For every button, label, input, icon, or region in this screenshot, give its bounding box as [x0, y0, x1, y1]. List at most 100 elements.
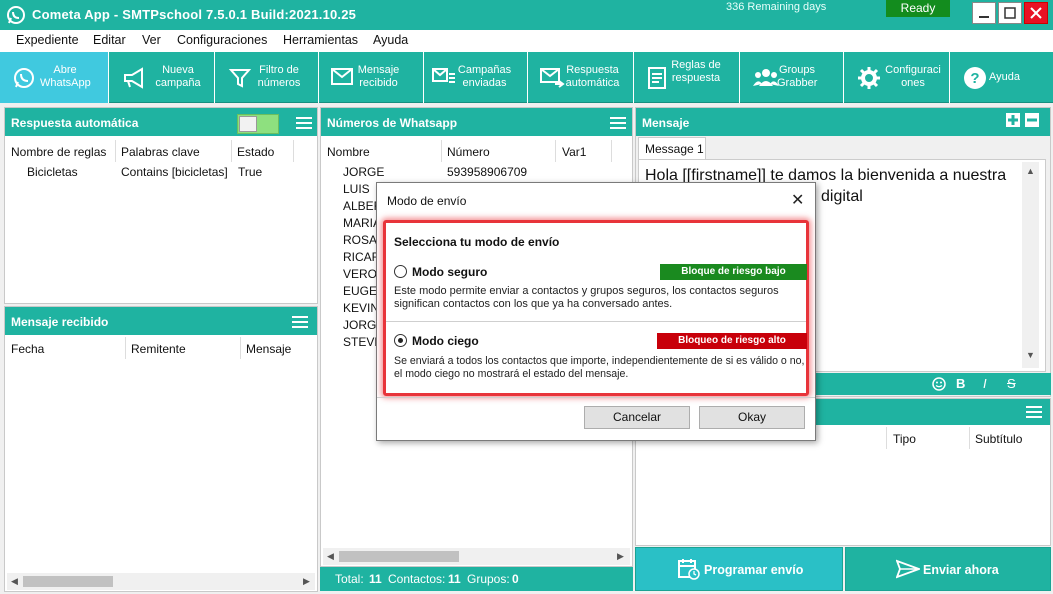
message-vscrollbar[interactable]: ▲ ▼ — [1022, 162, 1039, 368]
col-sender[interactable]: Remitente — [131, 342, 186, 356]
radio-blind-mode[interactable] — [394, 334, 407, 347]
contacts-label: Contactos: — [388, 572, 446, 586]
number-filter-button[interactable]: Filtro de números — [216, 52, 319, 103]
minus-icon — [1027, 118, 1037, 122]
menu-expediente[interactable]: Expediente — [16, 33, 79, 47]
bold-button[interactable]: B — [956, 376, 965, 391]
toolbar-label: Groups Grabber — [777, 64, 817, 90]
italic-button[interactable]: I — [983, 376, 987, 391]
radio-safe-mode[interactable] — [394, 265, 407, 278]
list-item[interactable]: LUIS — [343, 182, 370, 196]
received-panel: Mensaje recibido Fecha Remitente Mensaje… — [4, 306, 318, 592]
menu-editar[interactable]: Editar — [93, 33, 126, 47]
rule-keywords-cell[interactable]: Contains [bicicletas] — [121, 165, 228, 179]
list-item[interactable]: KEVIN — [343, 301, 379, 315]
col-name[interactable]: Nombre — [327, 145, 370, 159]
settings-button[interactable]: Configuraci ones — [845, 52, 950, 103]
new-campaign-button[interactable]: Nueva campaña — [110, 52, 215, 103]
list-item[interactable]: JORGE — [343, 165, 384, 179]
col-keywords[interactable]: Palabras clave — [121, 145, 200, 159]
col-message[interactable]: Mensaje — [246, 342, 291, 356]
send-now-button[interactable]: Enviar ahora — [845, 547, 1051, 591]
maximize-icon — [1004, 7, 1016, 19]
col-date[interactable]: Fecha — [11, 342, 44, 356]
reply-rules-button[interactable]: Reglas de respuesta — [635, 52, 740, 103]
list-item[interactable]: ROSA — [343, 233, 377, 247]
sent-campaigns-button[interactable]: Campañas enviadas — [425, 52, 528, 103]
col-var1[interactable]: Var1 — [562, 145, 586, 159]
col-number[interactable]: Número — [447, 145, 490, 159]
groups-label: Grupos: — [467, 572, 510, 586]
plus-icon — [1008, 115, 1018, 125]
help-button[interactable]: ? Ayuda — [951, 52, 1053, 103]
auto-reply-menu-icon[interactable] — [296, 117, 312, 129]
strike-button[interactable]: S — [1007, 376, 1016, 391]
groups-grabber-button[interactable]: Groups Grabber — [741, 52, 844, 103]
send-now-label: Enviar ahora — [923, 563, 999, 577]
column-separator — [125, 337, 126, 359]
toolbar-label-line2: Grabber — [777, 77, 818, 89]
list-item-number[interactable]: 593958906709 — [447, 165, 527, 179]
column-separator — [555, 140, 556, 162]
received-menu-icon[interactable] — [292, 316, 308, 328]
received-hscrollbar[interactable]: ◀ ▶ — [7, 573, 315, 590]
safe-mode-label[interactable]: Modo seguro — [412, 265, 487, 279]
menu-ayuda[interactable]: Ayuda — [373, 33, 408, 47]
scroll-up-icon[interactable]: ▲ — [1026, 166, 1035, 176]
col-status[interactable]: Estado — [237, 145, 274, 159]
add-message-button[interactable] — [1006, 113, 1020, 127]
numbers-hscrollbar[interactable]: ◀ ▶ — [323, 548, 630, 565]
scroll-down-icon[interactable]: ▼ — [1026, 350, 1035, 360]
blind-desc-line2: el modo ciego no mostrará el estado del … — [394, 368, 629, 380]
toolbar-label: Reglas de respuesta — [671, 59, 721, 85]
scroll-left-icon[interactable]: ◀ — [327, 551, 334, 562]
scroll-thumb[interactable] — [23, 576, 113, 587]
auto-reply-button[interactable]: Respuesta automática — [529, 52, 634, 103]
remove-message-button[interactable] — [1025, 113, 1039, 127]
dialog-heading: Selecciona tu modo de envío — [394, 235, 560, 249]
toolbar-label-line2: enviadas — [462, 77, 507, 89]
emoji-icon[interactable] — [932, 377, 946, 391]
scroll-thumb[interactable] — [339, 551, 459, 562]
okay-button[interactable]: Okay — [699, 406, 805, 429]
auto-reply-toggle[interactable] — [237, 114, 279, 134]
cancel-button[interactable]: Cancelar — [584, 406, 690, 429]
blind-mode-description: Se enviará a todos los contactos que imp… — [394, 355, 809, 381]
megaphone-icon — [124, 67, 143, 89]
scroll-right-icon[interactable]: ▶ — [303, 576, 310, 587]
dialog-close-icon[interactable]: ✕ — [791, 190, 804, 210]
toolbar-label-line1: Mensaje — [357, 64, 400, 76]
attachments-menu-icon[interactable] — [1026, 406, 1042, 418]
option-divider — [386, 321, 806, 322]
tab-message-1[interactable]: Message 1 — [638, 137, 706, 159]
col-rule-name[interactable]: Nombre de reglas — [11, 145, 106, 159]
numbers-menu-icon[interactable] — [610, 117, 626, 129]
svg-text:?: ? — [970, 70, 979, 87]
safe-desc-line2: significan contactos con los que ya ha c… — [394, 298, 673, 310]
minimize-button[interactable] — [972, 2, 996, 24]
menu-ver[interactable]: Ver — [142, 33, 161, 47]
maximize-button[interactable] — [998, 2, 1022, 24]
blind-mode-label[interactable]: Modo ciego — [412, 334, 479, 348]
toolbar-label-line2: WhatsApp — [40, 77, 91, 89]
received-message-button[interactable]: Mensaje recibido — [320, 52, 424, 103]
toolbar-label-line2: ones — [901, 77, 925, 89]
send-icon — [896, 559, 920, 579]
scroll-left-icon[interactable]: ◀ — [11, 576, 18, 587]
col-type[interactable]: Tipo — [893, 432, 916, 446]
schedule-send-button[interactable]: Programar envío — [635, 547, 843, 591]
mail-reply-icon — [540, 68, 565, 88]
schedule-send-label: Programar envío — [704, 563, 804, 577]
funnel-icon — [228, 69, 252, 88]
menu-configuraciones[interactable]: Configuraciones — [177, 33, 267, 47]
open-whatsapp-button[interactable]: Abre WhatsApp — [0, 52, 109, 103]
toolbar-label-line1: Abre — [53, 64, 77, 76]
col-subtitle[interactable]: Subtítulo — [975, 432, 1022, 446]
rule-status-cell[interactable]: True — [238, 165, 262, 179]
scroll-right-icon[interactable]: ▶ — [617, 551, 624, 562]
close-button[interactable] — [1024, 2, 1048, 24]
menu-herramientas[interactable]: Herramientas — [283, 33, 358, 47]
toolbar-label-line1: Reglas de — [671, 59, 721, 71]
rule-name-cell[interactable]: Bicicletas — [27, 165, 78, 179]
toolbar-label: Respuesta automática — [565, 64, 620, 90]
